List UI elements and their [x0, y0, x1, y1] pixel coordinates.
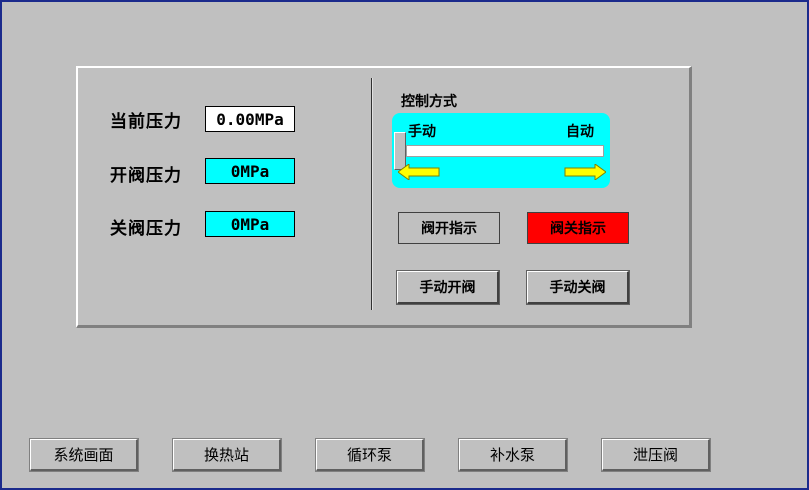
nav-heat-exchange-station-button[interactable]: 换热站 — [172, 438, 282, 472]
manual-mode-label: 手动 — [408, 124, 436, 140]
panel-divider — [371, 78, 373, 310]
current-pressure-value: 0.00MPa — [205, 106, 295, 132]
nav-circulation-pump-button[interactable]: 循环泵 — [315, 438, 425, 472]
valve-open-indicator: 阀开指示 — [398, 212, 500, 244]
nav-relief-valve-button[interactable]: 泄压阀 — [601, 438, 711, 472]
manual-close-valve-button[interactable]: 手动关阀 — [526, 270, 630, 305]
close-pressure-label: 关阀压力 — [110, 219, 182, 239]
mode-slider-track[interactable] — [406, 145, 604, 157]
nav-makeup-water-pump-button[interactable]: 补水泵 — [458, 438, 568, 472]
open-pressure-label: 开阀压力 — [110, 166, 182, 186]
arrow-left-icon — [398, 164, 440, 180]
control-mode-title: 控制方式 — [401, 94, 457, 110]
valve-close-indicator: 阀关指示 — [527, 212, 629, 244]
arrow-right-icon — [564, 164, 606, 180]
close-pressure-input[interactable]: 0MPa — [205, 211, 295, 237]
open-pressure-input[interactable]: 0MPa — [205, 158, 295, 184]
auto-mode-label: 自动 — [566, 124, 594, 140]
current-pressure-label: 当前压力 — [110, 112, 182, 132]
nav-system-screen-button[interactable]: 系统画面 — [29, 438, 139, 472]
manual-open-valve-button[interactable]: 手动开阀 — [396, 270, 500, 305]
